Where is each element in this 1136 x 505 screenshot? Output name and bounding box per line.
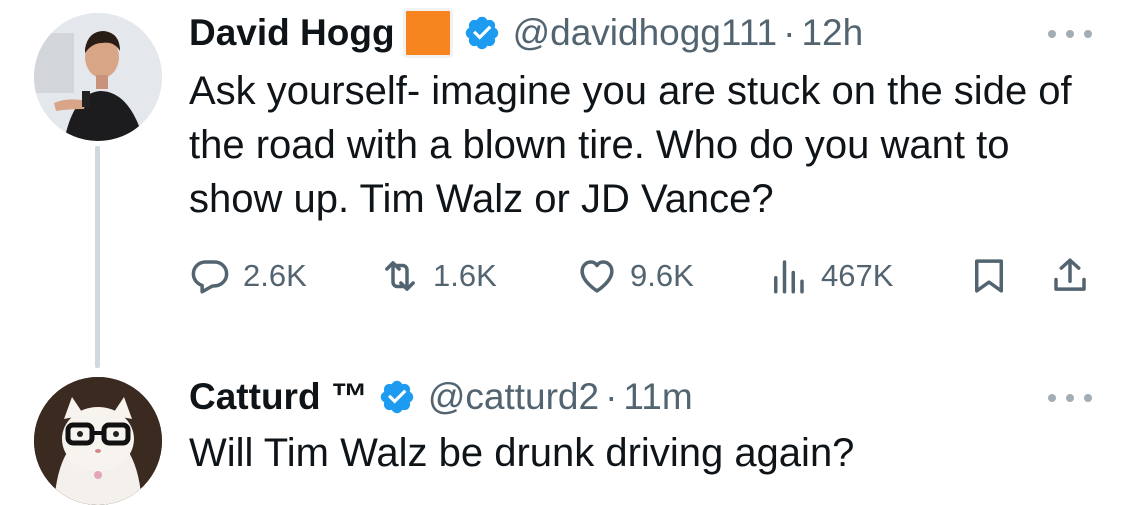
views-count: 467K	[821, 258, 894, 293]
handle[interactable]: @catturd2	[428, 376, 599, 418]
bookmark-icon	[975, 259, 1003, 293]
display-name[interactable]: Catturd ™	[189, 376, 368, 418]
tweet-actions: 2.6K 1.6K 9.6K 467K	[189, 250, 1099, 302]
repost-count: 1.6K	[433, 258, 497, 293]
tweet-header: David Hogg @davidhogg111 · 12h	[189, 8, 863, 58]
more-horizontal-icon[interactable]	[1048, 26, 1092, 42]
tweet[interactable]: David Hogg @davidhogg111 · 12h Ask yours…	[0, 0, 1136, 370]
reply-bubble-icon	[191, 260, 229, 294]
handle[interactable]: @davidhogg111	[513, 12, 778, 54]
views-bar-chart-icon	[774, 260, 804, 294]
repost-button[interactable]: 1.6K	[379, 250, 497, 302]
thread-line	[95, 146, 100, 368]
avatar[interactable]	[34, 13, 162, 141]
more-horizontal-icon[interactable]	[1048, 390, 1092, 406]
separator-dot: ·	[605, 376, 618, 417]
timestamp[interactable]: 11m	[623, 376, 692, 418]
views-button[interactable]: 467K	[767, 250, 893, 302]
tweet-text: Ask yourself- imagine you are stuck on t…	[189, 69, 1072, 221]
tweet[interactable]: Catturd ™ @catturd2 · 11m Will Tim Walz …	[0, 370, 1136, 505]
share-button[interactable]	[1049, 250, 1091, 302]
heart-icon	[580, 260, 614, 293]
timestamp[interactable]: 12h	[801, 12, 863, 54]
like-button[interactable]: 9.6K	[576, 250, 694, 302]
tweet-header: Catturd ™ @catturd2 · 11m	[189, 372, 693, 422]
reply-count: 2.6K	[243, 258, 307, 293]
avatar[interactable]	[34, 377, 162, 505]
verified-badge-icon[interactable]	[378, 378, 416, 416]
display-name[interactable]: David Hogg	[189, 12, 395, 54]
repost-icon	[385, 261, 415, 291]
like-count: 9.6K	[630, 258, 694, 293]
reply-button[interactable]: 2.6K	[189, 250, 307, 302]
bookmark-button[interactable]	[968, 250, 1010, 302]
share-upload-icon	[1054, 258, 1086, 291]
orange-square-emoji-icon	[402, 8, 453, 58]
verified-badge-icon[interactable]	[463, 14, 501, 52]
separator-dot: ·	[783, 12, 796, 53]
tweet-text: Will Tim Walz be drunk driving again?	[189, 431, 855, 475]
